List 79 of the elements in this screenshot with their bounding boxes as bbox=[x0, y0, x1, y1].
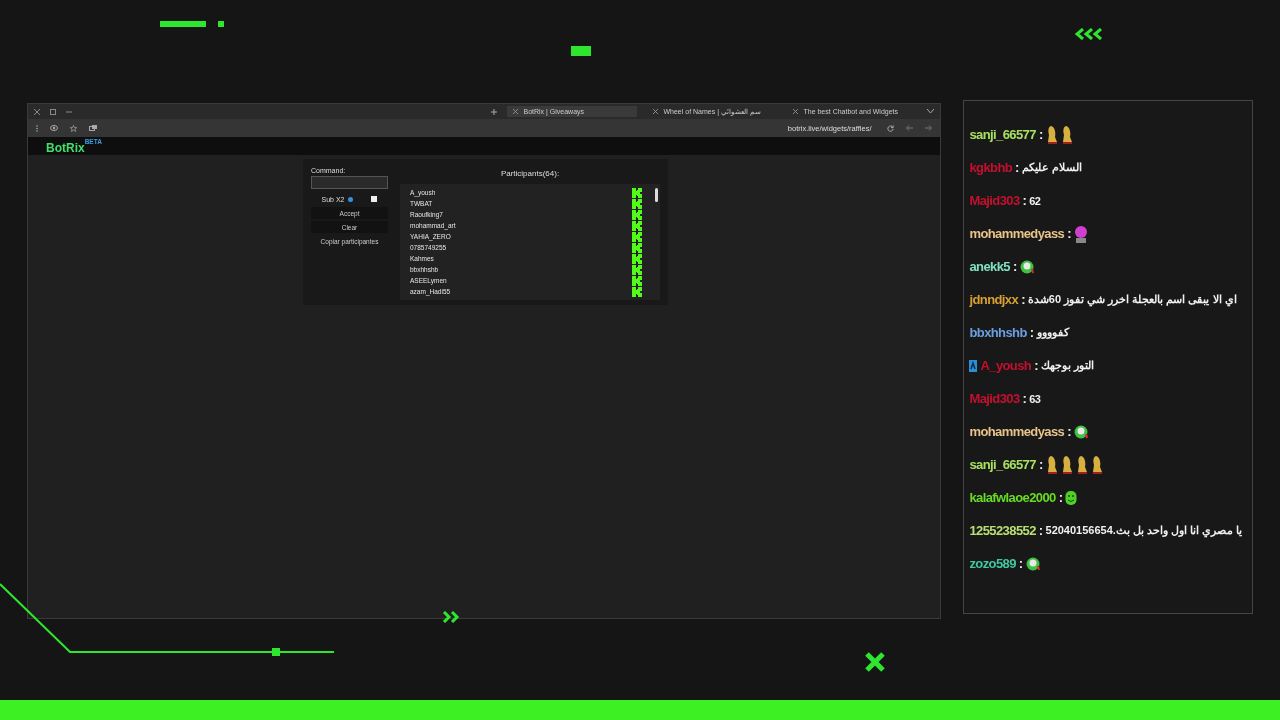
plus-icon[interactable] bbox=[491, 108, 498, 115]
decor-square bbox=[218, 21, 224, 27]
chat-username: 1255238552 bbox=[969, 523, 1036, 538]
chat-username: Majid303 bbox=[969, 391, 1020, 406]
info-icon[interactable] bbox=[348, 196, 354, 202]
colon-text: : bbox=[1015, 160, 1019, 175]
checkbox[interactable] bbox=[371, 196, 378, 202]
platform-logo-icon bbox=[632, 187, 642, 198]
chat-username: A_yoush bbox=[980, 358, 1032, 373]
figure-emote-icon bbox=[1075, 454, 1088, 475]
chat-message: اي الا يبقى اسم بالعجلة اخرر شي تفوز 60شدة bbox=[1027, 293, 1237, 306]
colon-text: : bbox=[1021, 292, 1025, 307]
chat-username: sanji_66577 bbox=[969, 457, 1036, 472]
figure-emote-icon bbox=[1060, 454, 1073, 475]
colon-text: : bbox=[1038, 457, 1043, 472]
chat-username: bbxhhshb bbox=[969, 325, 1027, 340]
figure-emote-icon bbox=[1045, 454, 1058, 475]
colon-text: : bbox=[1029, 325, 1034, 340]
platform-logo-icon bbox=[632, 231, 642, 242]
face-emote-icon bbox=[1073, 423, 1088, 440]
command-field[interactable] bbox=[311, 176, 388, 189]
chat-username: mohammedyass bbox=[969, 424, 1065, 439]
figure-emote-icon bbox=[1060, 124, 1073, 145]
colon-text: : bbox=[1058, 490, 1063, 505]
face-emote-icon bbox=[1073, 223, 1088, 244]
eye-icon[interactable] bbox=[50, 125, 58, 131]
chat-username: mohammedyass bbox=[969, 226, 1065, 241]
colon-text: : bbox=[1018, 556, 1023, 571]
chat-username: kgkbhb bbox=[969, 160, 1013, 175]
colon-text: : bbox=[1022, 193, 1027, 208]
chat-message: 63 bbox=[1029, 392, 1041, 405]
chat-message: السلام عليكم bbox=[1021, 161, 1082, 174]
figure-emote-icon bbox=[1090, 454, 1103, 475]
participants-title: Participants(64): bbox=[500, 169, 560, 178]
platform-logo-icon bbox=[632, 198, 642, 209]
chat-username: kalafwlaoe2000 bbox=[969, 490, 1056, 505]
chat-username: sanji_66577 bbox=[969, 127, 1036, 142]
chevrons-icon bbox=[442, 611, 460, 623]
figure-emote-icon bbox=[1045, 124, 1058, 145]
chat-message: 62 bbox=[1029, 194, 1041, 207]
chat-username: anekk5 bbox=[969, 259, 1010, 274]
face-emote-icon bbox=[1025, 555, 1040, 572]
platform-logo-icon bbox=[632, 242, 642, 253]
colon-text: : bbox=[1034, 358, 1038, 373]
close-icon[interactable] bbox=[793, 109, 799, 114]
chevrons-icon bbox=[1075, 28, 1105, 40]
close-icon[interactable] bbox=[653, 109, 659, 114]
reload-icon[interactable] bbox=[887, 124, 895, 132]
star-icon[interactable] bbox=[70, 124, 77, 132]
close-icon[interactable] bbox=[34, 108, 40, 115]
decor-bar bbox=[160, 21, 206, 27]
user-badge-icon bbox=[969, 359, 978, 372]
decor-bar bbox=[571, 46, 591, 56]
colon-text: : bbox=[1038, 127, 1043, 142]
chat-username: zozo589 bbox=[969, 556, 1016, 571]
platform-logo-icon bbox=[632, 253, 642, 264]
colon-text: : bbox=[1022, 391, 1027, 406]
platform-logo-icon bbox=[632, 209, 642, 220]
chevron-down-icon[interactable] bbox=[927, 109, 935, 114]
chat-message: كفوووو bbox=[1036, 326, 1069, 339]
colon-text: : bbox=[1012, 259, 1017, 274]
platform-logo-icon bbox=[632, 275, 642, 286]
chat-username: jdnndjxx bbox=[969, 292, 1019, 307]
colon-text: : bbox=[1038, 523, 1043, 538]
platform-logo-icon bbox=[632, 264, 642, 275]
cross-icon bbox=[864, 651, 886, 673]
chat-username: Majid303 bbox=[969, 193, 1020, 208]
close-icon[interactable] bbox=[513, 109, 519, 114]
platform-logo-icon bbox=[632, 286, 642, 297]
face-emote-icon bbox=[1019, 258, 1034, 275]
colon-text: : bbox=[1067, 226, 1071, 241]
windows-icon[interactable] bbox=[89, 125, 97, 131]
site-logo[interactable]: BotRix bbox=[46, 141, 85, 155]
smiley-emote-icon bbox=[1065, 489, 1078, 506]
chat-message: التور بوجهك bbox=[1040, 359, 1094, 372]
chat-message: يا مصري انا اول واحد بل بث.52040156654 bbox=[1045, 524, 1243, 537]
platform-logo-icon bbox=[632, 220, 642, 231]
colon-text: : bbox=[1067, 424, 1071, 439]
restore-icon[interactable] bbox=[50, 108, 56, 115]
